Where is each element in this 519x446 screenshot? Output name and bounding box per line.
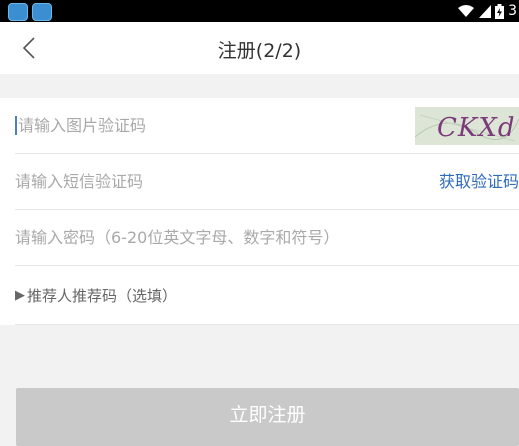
- expand-arrow-icon: ▶: [15, 287, 25, 303]
- captcha-image[interactable]: CKXd: [415, 107, 519, 145]
- register-form: CKXd 获取验证码 ▶ 推荐人推荐码（选填）: [0, 98, 519, 325]
- sms-code-row: 获取验证码: [15, 154, 519, 210]
- sms-code-input[interactable]: [15, 172, 395, 191]
- app-icon: [8, 3, 28, 21]
- image-code-row: CKXd: [15, 98, 519, 154]
- register-button[interactable]: 立即注册: [16, 388, 519, 446]
- get-code-button[interactable]: 获取验证码: [439, 154, 519, 209]
- image-code-input[interactable]: [15, 116, 388, 135]
- captcha-text: CKXd: [437, 113, 515, 143]
- status-time: 3: [508, 3, 517, 19]
- password-row: [15, 210, 519, 266]
- status-icons: 3: [457, 0, 519, 22]
- app-icon: [32, 3, 52, 21]
- password-input[interactable]: [15, 228, 495, 247]
- status-bar: 3: [0, 0, 519, 22]
- referrer-label: 推荐人推荐码（选填）: [27, 286, 178, 305]
- signal-icon: [479, 4, 492, 18]
- page-title: 注册(2/2): [217, 40, 302, 62]
- wifi-icon: [457, 4, 475, 18]
- battery-icon: [495, 3, 505, 19]
- referrer-row[interactable]: ▶ 推荐人推荐码（选填）: [15, 266, 519, 325]
- navigation-bar: 注册(2/2): [0, 22, 519, 74]
